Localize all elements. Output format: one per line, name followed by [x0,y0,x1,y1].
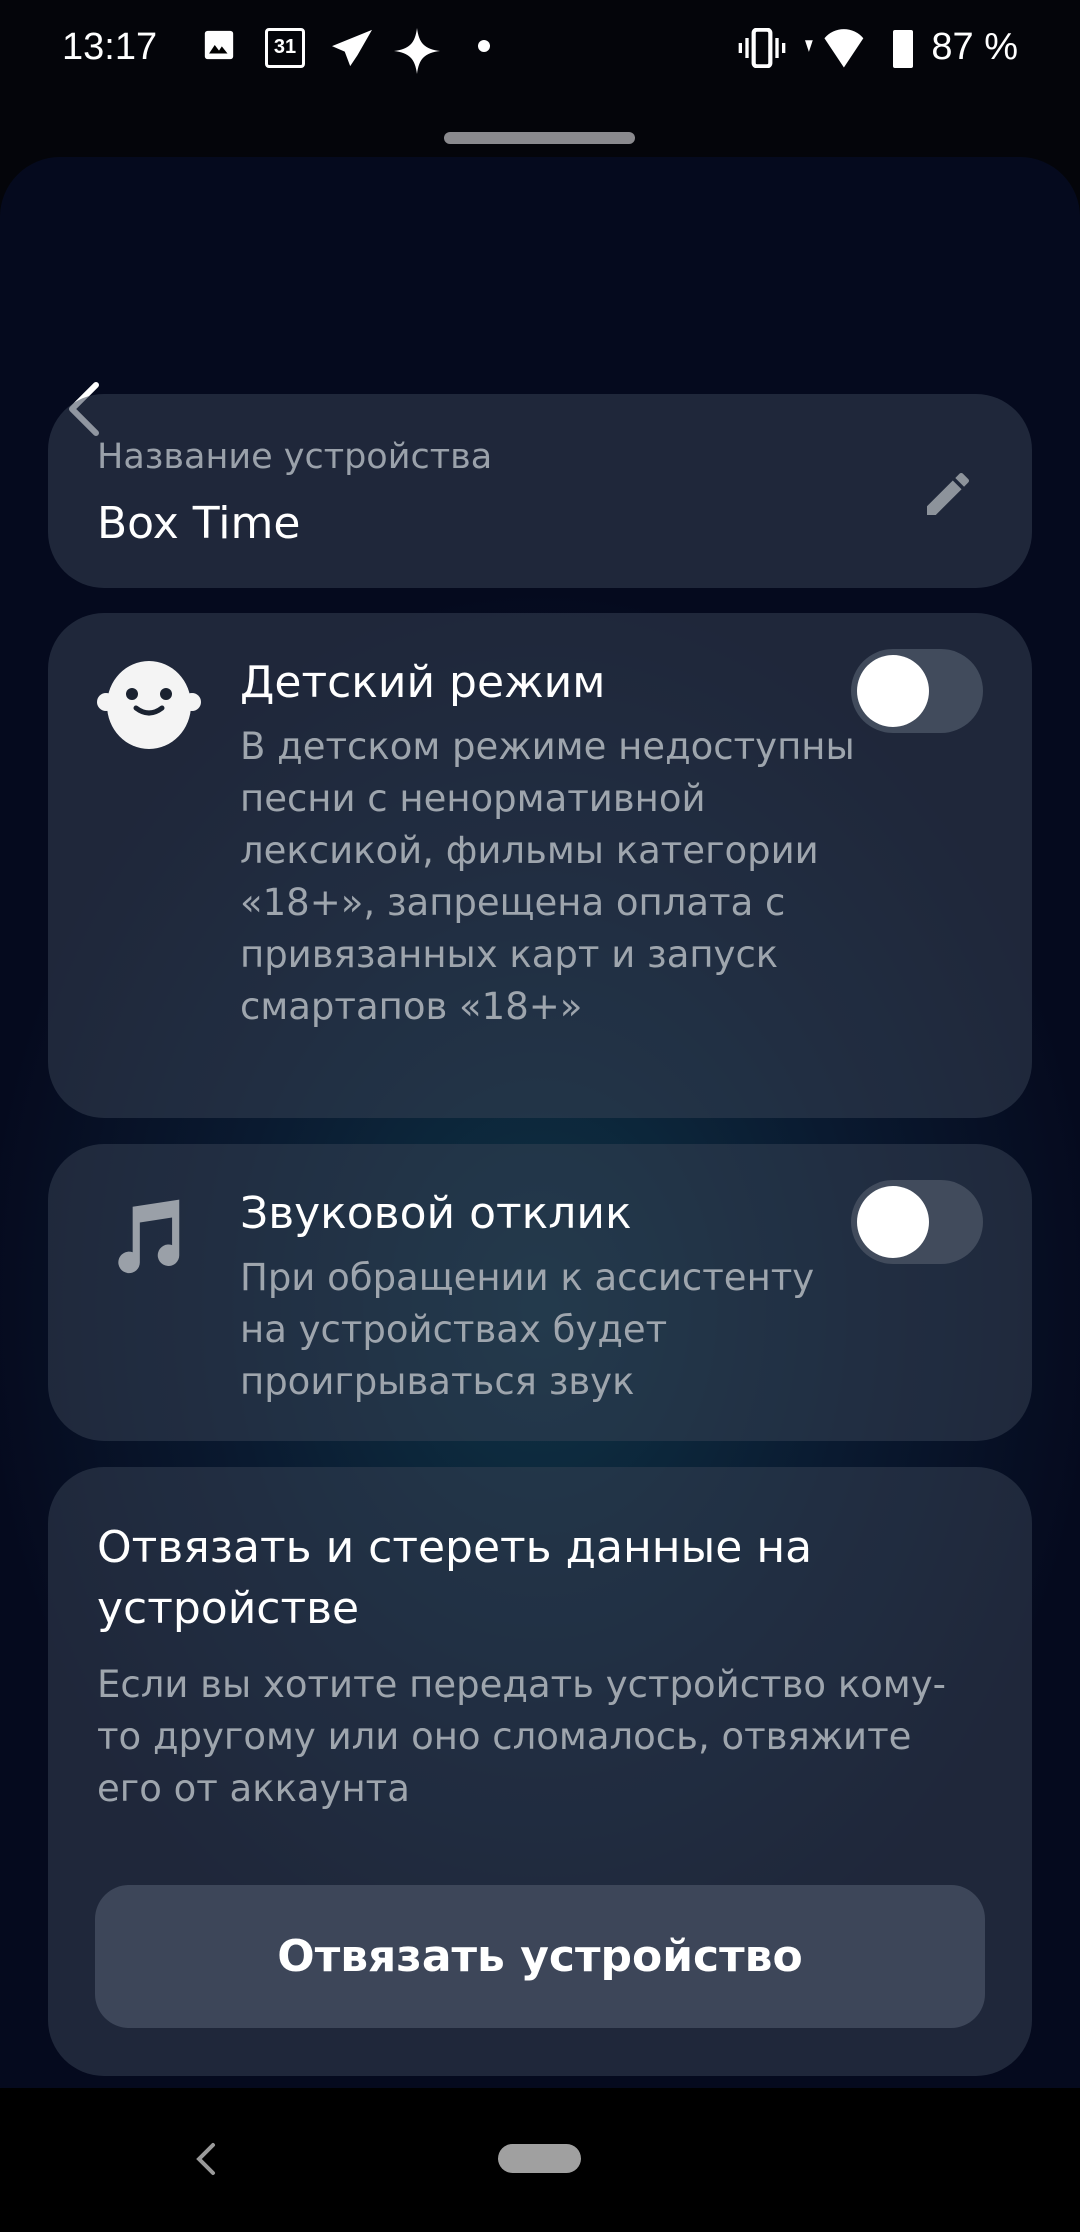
battery-icon [893,30,913,68]
telegram-icon [330,28,374,77]
sound-feedback-toggle[interactable] [851,1180,983,1264]
device-name-value: Box Time [97,498,301,549]
pencil-icon[interactable] [920,466,976,522]
calendar-icon: 31 [265,28,305,68]
dot-icon [478,40,490,52]
device-name-label: Название устройства [97,437,493,477]
nav-home-pill[interactable] [498,2144,581,2173]
kids-mode-description: В детском режиме недоступны песни с нено… [240,725,855,1028]
status-time: 13:17 [62,26,158,68]
wifi-icon [805,28,875,77]
kid-face-icon [97,661,201,749]
sheet-drag-handle[interactable] [444,132,635,144]
navigation-bar [0,2088,1080,2232]
unlink-title: Отвязать и стереть данные на устройстве [97,1522,813,1634]
image-icon [202,28,236,71]
nav-back-icon[interactable] [194,2141,218,2177]
vibrate-icon [738,27,786,77]
battery-level: 87 % [931,26,1018,68]
sound-feedback-description: При обращении к ассистенту на устройства… [240,1256,815,1403]
sparkle-icon [394,28,440,83]
music-note-icon [118,1199,180,1274]
sound-feedback-title: Звуковой отклик [240,1188,632,1239]
sound-feedback-card: Звуковой отклик При обращении к ассистен… [48,1144,1032,1441]
kids-mode-card: Детский режим В детском режиме недоступн… [48,613,1032,1118]
unlink-device-button[interactable]: Отвязать устройство [95,1885,985,2028]
kids-mode-toggle[interactable] [851,649,983,733]
device-name-card[interactable]: Название устройства Box Time [48,394,1032,588]
device-settings-sheet: Название устройства Box Time Детский реж… [0,157,1080,2088]
status-bar: 13:17 31 87 % [0,0,1080,100]
kids-mode-title: Детский режим [240,657,606,708]
unlink-description: Если вы хотите передать устройство кому-… [97,1663,946,1810]
unlink-card: Отвязать и стереть данные на устройстве … [48,1467,1032,2076]
